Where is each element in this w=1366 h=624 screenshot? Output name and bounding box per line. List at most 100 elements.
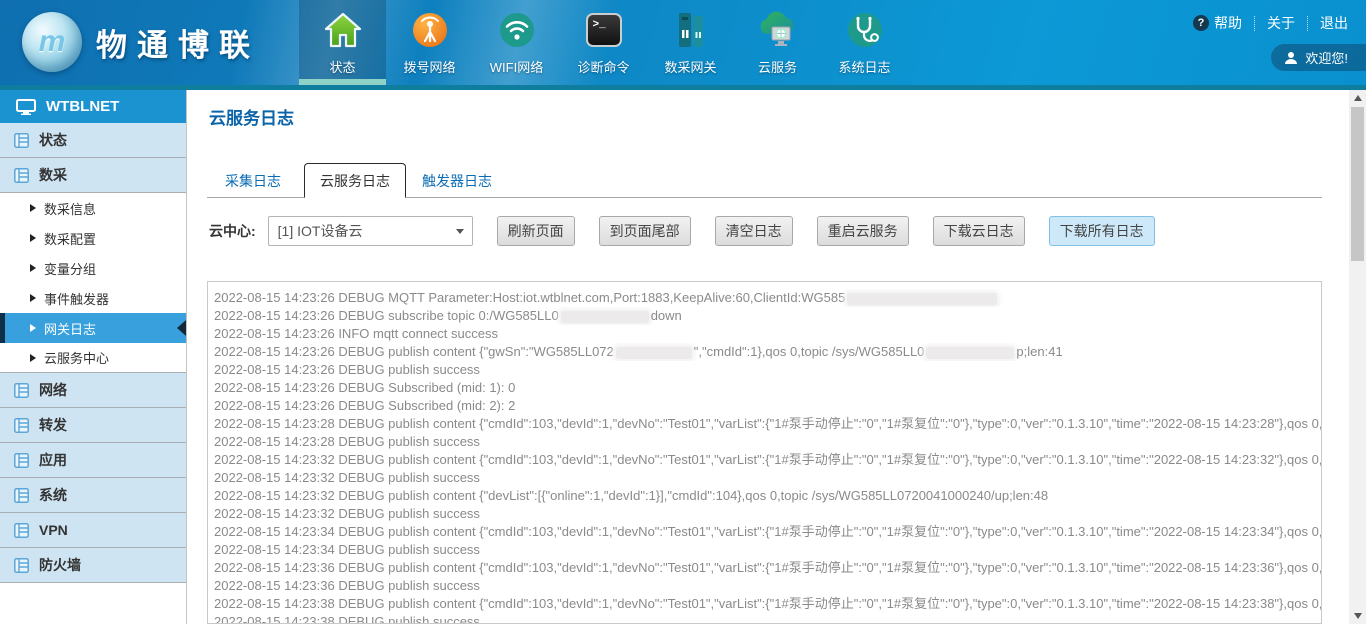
caret-right-icon <box>30 264 36 272</box>
sidebar-item-firewall[interactable]: 防火墙 <box>0 548 186 583</box>
clear-log-button[interactable]: 清空日志 <box>715 216 793 246</box>
log-line: 2022-08-15 14:23:38 DEBUG publish succes… <box>214 613 1321 624</box>
log-line: 2022-08-15 14:23:36 DEBUG publish succes… <box>214 577 1321 595</box>
top-nav: 状态 拨号网络 WIFI网络 >_ 诊断命令 <box>299 0 908 85</box>
help-link[interactable]: ? 帮助 <box>1193 13 1242 33</box>
sidebar-title: WTBLNET <box>46 98 119 115</box>
cloud-center-select[interactable]: [1] IOT设备云 <box>268 216 473 246</box>
brand-globe-icon: m <box>22 12 82 72</box>
download-cloud-log-button[interactable]: 下载云日志 <box>933 216 1025 246</box>
caret-right-icon <box>30 354 36 362</box>
sidebar-item-cloud-service-center[interactable]: 云服务中心 <box>0 343 186 373</box>
user-icon <box>1284 51 1298 65</box>
log-line: 2022-08-15 14:23:32 DEBUG publish conten… <box>214 487 1321 505</box>
sidebar-item-variable-group[interactable]: 变量分组 <box>0 253 186 283</box>
nav-item-label: 拨号网络 <box>403 57 455 76</box>
redacted-text <box>616 347 692 359</box>
redacted-text <box>561 311 649 323</box>
list-icon <box>14 418 29 433</box>
help-icon: ? <box>1193 15 1209 31</box>
log-line: 2022-08-15 14:23:26 DEBUG Subscribed (mi… <box>214 379 1321 397</box>
list-icon <box>14 523 29 538</box>
scroll-up-arrow[interactable] <box>1349 90 1366 106</box>
nav-item-wifi-network[interactable]: WIFI网络 <box>473 0 560 85</box>
sidebar-item-network[interactable]: 网络 <box>0 373 186 408</box>
list-icon <box>14 453 29 468</box>
sidebar-item-event-trigger[interactable]: 事件触发器 <box>0 283 186 313</box>
nav-item-system-log[interactable]: 系统日志 <box>821 0 908 85</box>
log-line: 2022-08-15 14:23:36 DEBUG publish conten… <box>214 559 1321 577</box>
logout-link[interactable]: 退出 <box>1320 13 1348 33</box>
log-line: 2022-08-15 14:23:32 DEBUG publish conten… <box>214 451 1321 469</box>
main-content: 云服务日志 采集日志 云服务日志 触发器日志 云中心: [1] IOT设备云 刷… <box>187 90 1349 624</box>
go-to-page-end-button[interactable]: 到页面尾部 <box>599 216 691 246</box>
log-line: 2022-08-15 14:23:26 DEBUG subscribe topi… <box>214 307 1321 325</box>
nav-item-label: 诊断命令 <box>577 57 629 76</box>
scroll-down-arrow[interactable] <box>1349 608 1366 624</box>
wifi-icon <box>496 9 538 51</box>
about-link[interactable]: 关于 <box>1267 13 1295 33</box>
list-icon <box>14 168 29 183</box>
caret-right-icon <box>30 294 36 302</box>
sidebar-header: WTBLNET <box>0 90 186 123</box>
log-tabs: 采集日志 云服务日志 触发器日志 <box>202 162 508 197</box>
brand-name: 物通博联 <box>96 20 260 65</box>
nav-item-label: 数采网关 <box>664 57 716 76</box>
cloud-center-selected-value: [1] IOT设备云 <box>278 221 363 241</box>
refresh-page-button[interactable]: 刷新页面 <box>497 216 575 246</box>
sidebar-item-forwarding[interactable]: 转发 <box>0 408 186 443</box>
log-line: 2022-08-15 14:23:26 DEBUG MQTT Parameter… <box>214 289 1321 307</box>
sidebar-item-data-config[interactable]: 数采配置 <box>0 223 186 253</box>
log-line: 2022-08-15 14:23:32 DEBUG publish succes… <box>214 469 1321 487</box>
sidebar-item-system[interactable]: 系统 <box>0 478 186 513</box>
page-scrollbar[interactable] <box>1349 90 1366 624</box>
welcome-badge[interactable]: 欢迎您! <box>1271 44 1366 71</box>
nav-item-status[interactable]: 状态 <box>299 0 386 85</box>
scrollbar-thumb[interactable] <box>1351 107 1364 261</box>
sidebar-item-data-info[interactable]: 数采信息 <box>0 193 186 223</box>
sidebar-item-status[interactable]: 状态 <box>0 123 186 158</box>
nav-item-label: 云服务 <box>758 57 797 76</box>
list-icon <box>14 383 29 398</box>
sidebar: WTBLNET 状态 数采 数采信息 数采配置 变量分组 事件触发器 网关 <box>0 90 187 624</box>
sidebar-item-data-acquisition[interactable]: 数采 <box>0 158 186 193</box>
list-icon <box>14 133 29 148</box>
nav-item-cloud-service[interactable]: 云服务 <box>734 0 821 85</box>
sidebar-item-application[interactable]: 应用 <box>0 443 186 478</box>
link-separator <box>1307 16 1308 31</box>
redacted-text <box>926 347 1014 359</box>
nav-item-label: WIFI网络 <box>490 57 543 76</box>
log-line: 2022-08-15 14:23:26 DEBUG Subscribed (mi… <box>214 397 1321 415</box>
sidebar-item-vpn[interactable]: VPN <box>0 513 186 548</box>
nav-item-dialup-network[interactable]: 拨号网络 <box>386 0 473 85</box>
stethoscope-icon <box>844 9 886 51</box>
log-line: 2022-08-15 14:23:34 DEBUG publish succes… <box>214 541 1321 559</box>
gateway-device-icon <box>670 9 712 51</box>
download-all-logs-button[interactable]: 下载所有日志 <box>1049 216 1155 246</box>
nav-item-diagnostic-command[interactable]: >_ 诊断命令 <box>560 0 647 85</box>
log-line: 2022-08-15 14:23:26 INFO mqtt connect su… <box>214 325 1321 343</box>
tab-cloud-service-log[interactable]: 云服务日志 <box>304 163 406 198</box>
caret-right-icon <box>30 204 36 212</box>
log-line: 2022-08-15 14:23:32 DEBUG publish succes… <box>214 505 1321 523</box>
log-line: 2022-08-15 14:23:28 DEBUG publish conten… <box>214 415 1321 433</box>
antenna-icon <box>409 9 451 51</box>
sidebar-item-gateway-log[interactable]: 网关日志 <box>0 313 186 343</box>
cloud-monitor-icon <box>757 9 799 51</box>
tab-trigger-log[interactable]: 触发器日志 <box>406 164 508 197</box>
redacted-text <box>847 293 997 305</box>
list-icon <box>14 558 29 573</box>
top-header: m 物通博联 状态 拨号网络 WIFI网络 <box>0 0 1366 85</box>
caret-right-icon <box>30 324 36 332</box>
log-line: 2022-08-15 14:23:26 DEBUG publish succes… <box>214 361 1321 379</box>
log-line: 2022-08-15 14:23:28 DEBUG publish succes… <box>214 433 1321 451</box>
nav-item-label: 状态 <box>329 57 355 76</box>
restart-cloud-service-button[interactable]: 重启云服务 <box>817 216 909 246</box>
nav-item-data-gateway[interactable]: 数采网关 <box>647 0 734 85</box>
caret-right-icon <box>30 234 36 242</box>
log-viewer[interactable]: 2022-08-15 14:23:26 DEBUG MQTT Parameter… <box>207 281 1322 624</box>
log-line: 2022-08-15 14:23:26 DEBUG publish conten… <box>214 343 1321 361</box>
page-title: 云服务日志 <box>209 104 294 129</box>
brand-logo: m 物通博联 <box>22 12 260 72</box>
tab-collect-log[interactable]: 采集日志 <box>202 164 304 197</box>
